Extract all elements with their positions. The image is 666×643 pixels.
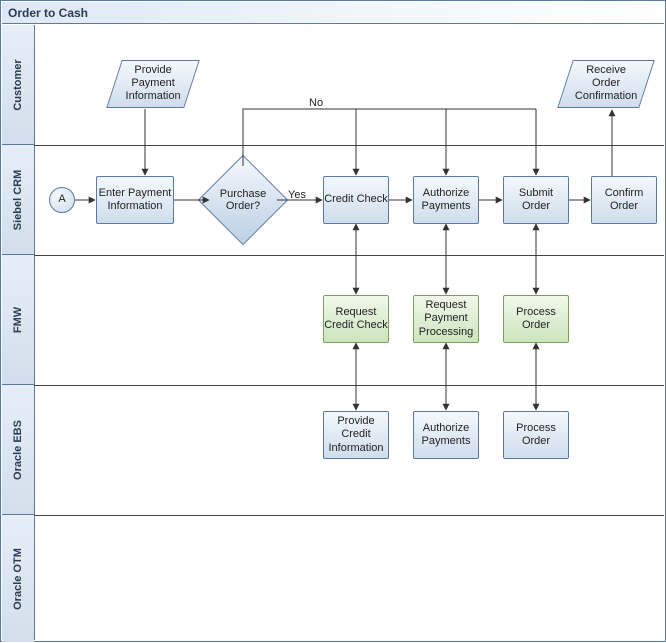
node-authorize-payments-ebs: Authorize Payments [413, 411, 479, 459]
node-start: A [49, 187, 75, 213]
lane-divider [34, 515, 664, 516]
lane-label-ebs: Oracle EBS [2, 385, 34, 515]
lane-label-otm: Oracle OTM [2, 515, 34, 642]
node-label: Purchase Order? [211, 188, 275, 212]
node-request-credit-check: Request Credit Check [323, 295, 389, 343]
lane-label-text: Customer [12, 59, 24, 110]
lane-label-text: Siebel CRM [12, 169, 24, 230]
node-request-payment-processing: Request Payment Processing [413, 295, 479, 343]
node-label: Request Credit Check [324, 306, 388, 332]
lane-label-fmw: FMW [2, 255, 34, 385]
node-label: Credit Check [324, 193, 388, 206]
node-credit-check: Credit Check [323, 176, 389, 224]
node-label: Request Payment Processing [414, 299, 478, 339]
node-authorize-payments: Authorize Payments [413, 176, 479, 224]
node-label: Enter Payment Information [97, 187, 173, 213]
node-submit-order: Submit Order [503, 176, 569, 224]
node-label: Process Order [504, 422, 568, 448]
node-receive-order-confirmation: Receive Order Confirmation [557, 60, 655, 108]
node-label: Authorize Payments [414, 187, 478, 213]
diagram-title: Order to Cash [2, 2, 664, 24]
node-process-order-fmw: Process Order [503, 295, 569, 343]
node-enter-payment-info: Enter Payment Information [96, 176, 174, 224]
node-confirm-order: Confirm Order [591, 176, 657, 224]
node-label: Receive Order Confirmation [566, 64, 646, 104]
node-label: Confirm Order [592, 187, 656, 213]
lane-label-strip: Customer Siebel CRM FMW Oracle EBS Oracl… [2, 25, 35, 640]
lane-divider [34, 255, 664, 256]
lane-label-siebel: Siebel CRM [2, 145, 34, 255]
node-label: Provide Payment Information [115, 64, 191, 104]
node-provide-payment-info: Provide Payment Information [106, 60, 200, 108]
lane-label-text: FMW [12, 306, 24, 332]
node-label: Process Order [504, 306, 568, 332]
node-label: A [58, 193, 65, 206]
edge-label-yes: Yes [288, 189, 306, 201]
node-purchase-order-decision: Purchase Order? [211, 168, 275, 232]
node-label: Authorize Payments [414, 422, 478, 448]
lane-label-text: Oracle EBS [12, 420, 24, 480]
node-label: Provide Credit Information [324, 415, 388, 455]
node-label: Submit Order [504, 187, 568, 213]
lane-label-text: Oracle OTM [12, 548, 24, 610]
edge-label-no: No [309, 97, 323, 109]
node-process-order-ebs: Process Order [503, 411, 569, 459]
node-provide-credit-info: Provide Credit Information [323, 411, 389, 459]
lane-label-customer: Customer [2, 25, 34, 145]
swimlane-diagram: Order to Cash Customer Siebel CRM FMW Or… [0, 0, 666, 642]
lane-divider [34, 145, 664, 146]
lane-divider [34, 385, 664, 386]
